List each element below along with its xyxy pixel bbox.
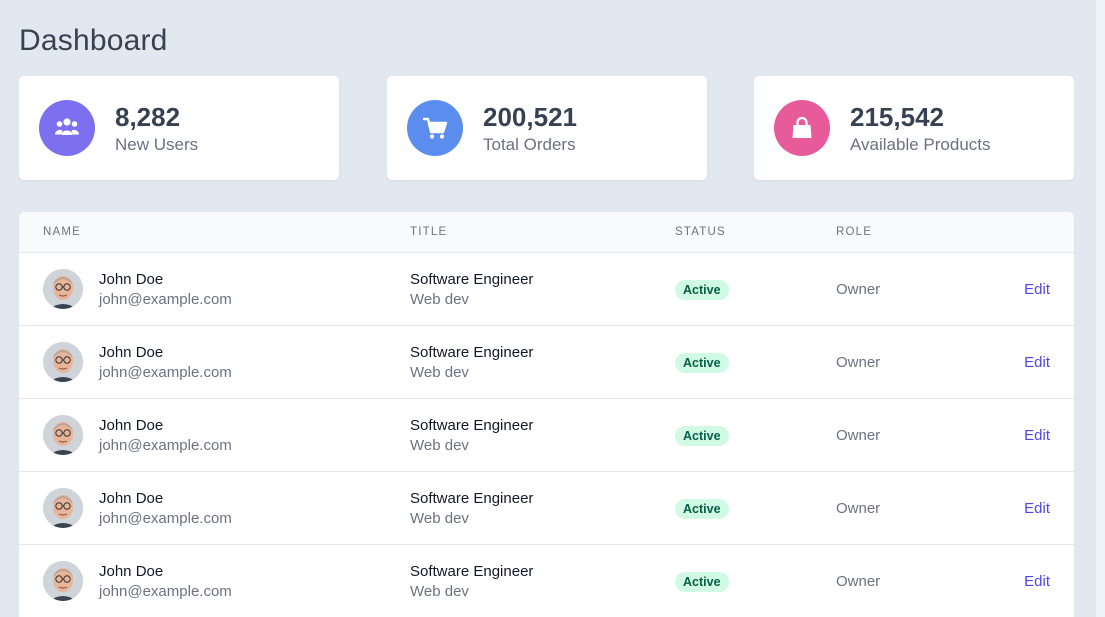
table-body: John Doe john@example.com Software Engin… bbox=[19, 253, 1074, 617]
status-badge: Active bbox=[675, 426, 729, 446]
user-email: john@example.com bbox=[99, 510, 232, 527]
user-role: Owner bbox=[836, 281, 881, 298]
column-header-name: NAME bbox=[43, 226, 82, 238]
dashboard-page: Dashboard 8,282 New Users 200,521 Total … bbox=[0, 0, 1105, 617]
job-title: Software Engineer bbox=[410, 563, 534, 580]
page-title: Dashboard bbox=[19, 24, 168, 57]
job-title: Software Engineer bbox=[410, 271, 534, 288]
user-email: john@example.com bbox=[99, 364, 232, 381]
table-row: John Doe john@example.com Software Engin… bbox=[19, 545, 1074, 617]
cart-icon bbox=[407, 100, 463, 156]
user-email: john@example.com bbox=[99, 583, 232, 600]
stat-label: Total Orders bbox=[483, 135, 576, 154]
avatar bbox=[43, 269, 83, 309]
avatar bbox=[43, 488, 83, 528]
status-badge: Active bbox=[675, 572, 729, 592]
edit-link[interactable]: Edit bbox=[1024, 354, 1050, 371]
user-name: John Doe bbox=[99, 490, 164, 507]
table-row: John Doe john@example.com Software Engin… bbox=[19, 472, 1074, 545]
column-header-status: STATUS bbox=[675, 226, 726, 238]
column-header-title: TITLE bbox=[410, 226, 448, 238]
avatar bbox=[43, 561, 83, 601]
department: Web dev bbox=[410, 291, 469, 308]
job-title: Software Engineer bbox=[410, 417, 534, 434]
stat-card-total-orders: 200,521 Total Orders bbox=[387, 76, 707, 180]
department: Web dev bbox=[410, 364, 469, 381]
department: Web dev bbox=[410, 510, 469, 527]
department: Web dev bbox=[410, 583, 469, 600]
job-title: Software Engineer bbox=[410, 490, 534, 507]
user-role: Owner bbox=[836, 354, 881, 371]
stat-label: Available Products bbox=[850, 135, 991, 154]
user-role: Owner bbox=[836, 427, 881, 444]
stat-card-available-products: 215,542 Available Products bbox=[754, 76, 1074, 180]
stat-label: New Users bbox=[115, 135, 199, 154]
stat-value: 8,282 bbox=[115, 102, 181, 132]
job-title: Software Engineer bbox=[410, 344, 534, 361]
table-row: John Doe john@example.com Software Engin… bbox=[19, 326, 1074, 399]
users-icon bbox=[39, 100, 95, 156]
status-badge: Active bbox=[675, 280, 729, 300]
stats-row: 8,282 New Users 200,521 Total Orders 215… bbox=[19, 76, 1074, 180]
edit-link[interactable]: Edit bbox=[1024, 281, 1050, 298]
user-email: john@example.com bbox=[99, 437, 232, 454]
status-badge: Active bbox=[675, 499, 729, 519]
status-badge: Active bbox=[675, 353, 729, 373]
users-table: NAME TITLE STATUS ROLE John Doe john@exa… bbox=[19, 212, 1074, 617]
user-email: john@example.com bbox=[99, 291, 232, 308]
table-header: NAME TITLE STATUS ROLE bbox=[19, 212, 1074, 253]
avatar bbox=[43, 415, 83, 455]
user-name: John Doe bbox=[99, 417, 164, 434]
table-row: John Doe john@example.com Software Engin… bbox=[19, 399, 1074, 472]
user-name: John Doe bbox=[99, 344, 164, 361]
edit-link[interactable]: Edit bbox=[1024, 573, 1050, 590]
shopping-bag-icon bbox=[774, 100, 830, 156]
scrollbar-track[interactable] bbox=[1096, 0, 1105, 617]
table-row: John Doe john@example.com Software Engin… bbox=[19, 253, 1074, 326]
edit-link[interactable]: Edit bbox=[1024, 500, 1050, 517]
column-header-role: ROLE bbox=[836, 226, 873, 238]
user-name: John Doe bbox=[99, 563, 164, 580]
user-role: Owner bbox=[836, 500, 881, 517]
stat-value: 200,521 bbox=[483, 102, 577, 132]
edit-link[interactable]: Edit bbox=[1024, 427, 1050, 444]
stat-value: 215,542 bbox=[850, 102, 944, 132]
user-role: Owner bbox=[836, 573, 881, 590]
department: Web dev bbox=[410, 437, 469, 454]
user-name: John Doe bbox=[99, 271, 164, 288]
stat-card-new-users: 8,282 New Users bbox=[19, 76, 339, 180]
avatar bbox=[43, 342, 83, 382]
